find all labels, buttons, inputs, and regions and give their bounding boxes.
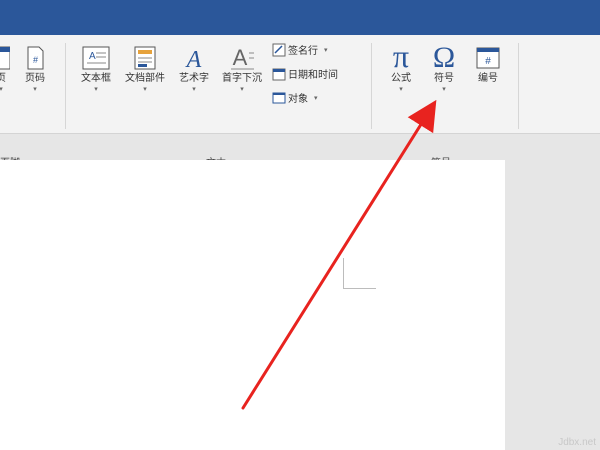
watermark: Jdbx.net: [558, 437, 596, 448]
arrow-line: [241, 99, 437, 410]
red-arrow-annotation: [241, 99, 437, 410]
